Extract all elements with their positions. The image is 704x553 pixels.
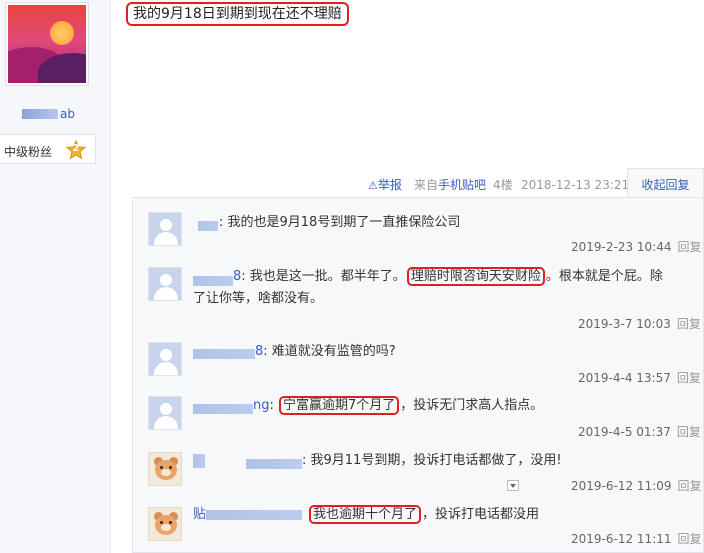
highlighted-text: 我也逾期十个月了 [309, 505, 422, 524]
reply-meta: 2019-4-4 13:57 回复 [578, 369, 701, 386]
reply-content: 8: 难道就没有监管的吗? [255, 344, 396, 359]
report-label: 举报 [377, 178, 402, 192]
bear-avatar-icon[interactable] [148, 452, 182, 486]
reply-text: 我9月11号到期，投诉打电话都做了，没用! [310, 453, 562, 468]
floor-number: 4楼 [493, 178, 513, 192]
reply-time: 2019-6-12 11:09 [571, 479, 672, 493]
redacted-name-blur [198, 221, 218, 231]
reply-button[interactable]: 回复 [677, 425, 701, 439]
reply-time: 2019-4-5 01:37 [578, 425, 671, 439]
collapse-replies-button[interactable]: 收起回复 [627, 168, 704, 198]
highlighted-text: 理赔时限咨询天安财险 [406, 267, 545, 286]
reply-meta: 2019-6-12 11:09 回复 [571, 477, 702, 494]
redacted-name-blur [193, 276, 233, 286]
author-username[interactable]: ab [22, 107, 75, 121]
reply-time: 2019-3-7 10:03 [578, 317, 671, 331]
reply-content: : 我的也是9月18号到期了一直推保险公司 [219, 215, 461, 230]
sunset-avatar-image [8, 5, 86, 83]
post-source: 来自手机贴吧 [414, 177, 486, 193]
author-sidebar: ab 中级粉丝 2 [0, 0, 111, 553]
source-link[interactable]: 手机贴吧 [438, 178, 486, 192]
reply-content: 8: 我也是这一批。都半年了。 理赔时限咨询天安财险 。根本就是个屁。除 [233, 267, 663, 286]
level-label: 中级粉丝 [4, 145, 53, 159]
reply-time: 2019-4-4 13:57 [578, 371, 671, 385]
reply-username[interactable]: ng [253, 398, 270, 413]
reply-username[interactable]: 贴 [193, 507, 206, 522]
redacted-name-blur [246, 459, 302, 469]
reply-button[interactable]: 回复 [677, 371, 701, 385]
level-number: 2 [72, 143, 80, 154]
reply-button[interactable]: 回复 [677, 317, 701, 331]
level-star-icon: 2 [65, 139, 87, 160]
warning-icon: ⚠ [368, 179, 378, 192]
redacted-username-blur [22, 109, 58, 119]
reply-text: 我的也是9月18号到期了一直推保险公司 [227, 215, 461, 230]
reply-content: : 我9月11号到期，投诉打电话都做了，没用! [302, 453, 562, 468]
author-avatar[interactable] [5, 2, 89, 86]
post-content: 我的9月18日到期到现在还不理赔 [126, 2, 349, 26]
reply-avatar[interactable] [148, 342, 182, 376]
reply-content: 贴我也逾期十个月了 ，投诉打电话都没用 [193, 505, 540, 524]
reply-meta: 2019-6-12 11:11 回复 [571, 530, 702, 547]
report-link[interactable]: ⚠举报 [368, 177, 402, 193]
bear-avatar-icon[interactable] [148, 507, 182, 541]
username-visible-suffix: ab [60, 107, 75, 121]
reply-content-line2: 了让你等，啥都没有。 [193, 291, 324, 306]
reply-time: 2019-2-23 10:44 [571, 240, 672, 254]
chevron-down-icon[interactable] [507, 480, 519, 491]
post-date: 2018-12-13 23:21 [521, 178, 630, 192]
reply-meta: 2019-4-5 01:37 回复 [578, 423, 701, 440]
reply-avatar[interactable] [148, 267, 182, 301]
redacted-name-blur [193, 454, 205, 468]
reply-avatar[interactable] [148, 396, 182, 430]
fan-level: 中级粉丝 2 [0, 134, 96, 164]
reply-meta: 2019-3-7 10:03 回复 [578, 315, 701, 332]
reply-button[interactable]: 回复 [678, 479, 702, 493]
reply-avatar[interactable] [148, 212, 182, 246]
reply-button[interactable]: 回复 [678, 240, 702, 254]
reply-time: 2019-6-12 11:11 [571, 532, 672, 546]
reply-meta: 2019-2-23 10:44 回复 [571, 238, 702, 255]
redacted-name-blur [193, 349, 255, 359]
highlighted-text: 宁富赢逾期7个月了 [279, 396, 400, 415]
source-prefix: 来自 [414, 178, 439, 192]
reply-text: 难道就没有监管的吗? [271, 344, 396, 359]
reply-button[interactable]: 回复 [678, 532, 702, 546]
reply-content: ng: 宁富赢逾期7个月了 ，投诉无门求高人指点。 [253, 396, 544, 415]
redacted-name-blur [193, 404, 253, 414]
